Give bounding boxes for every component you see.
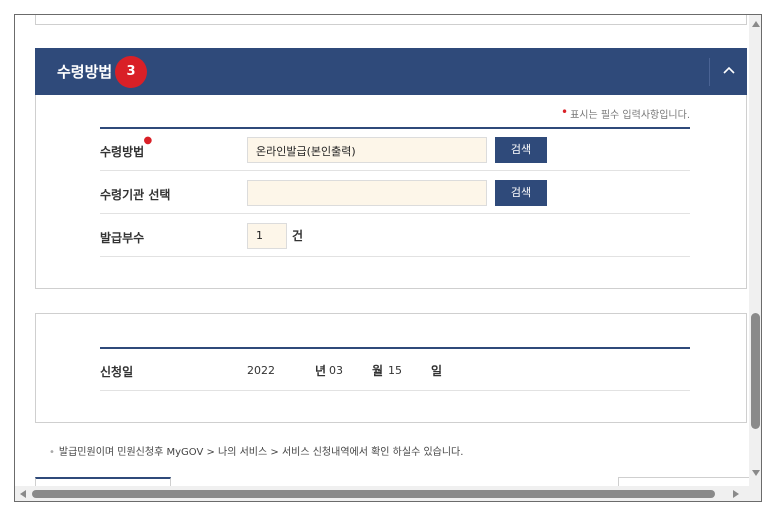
date-day-unit: 일 (431, 364, 443, 378)
header-divider (709, 58, 710, 86)
application-date-label: 신청일 (100, 365, 134, 379)
copies-input[interactable]: 1 (247, 223, 287, 249)
scroll-up-arrow-icon[interactable] (752, 21, 760, 27)
date-year: 2022 (247, 364, 275, 377)
collapse-button[interactable] (711, 48, 747, 95)
vertical-scrollbar[interactable] (749, 15, 761, 486)
previous-section-panel (35, 15, 747, 25)
row-application-date: 신청일 2022 년 03 월 15 일 (100, 349, 690, 391)
chevron-up-icon (723, 66, 735, 74)
browser-viewport: 수령방법 3 • 표시는 필수 입력사항입니다. 수령방법 ● 온라인발급(본인출력… (14, 14, 762, 502)
copies-unit: 건 (292, 229, 304, 243)
date-month-unit: 월 (372, 364, 384, 378)
scrollbar-corner (749, 486, 761, 501)
notice-text: • 발급민원이며 민원신청후 MyGOV > 나의 서비스 > 서비스 신청내역에… (49, 447, 464, 458)
receipt-agency-field[interactable] (247, 180, 487, 206)
step-badge: 3 (115, 56, 147, 88)
horizontal-scrollbar[interactable] (15, 486, 749, 501)
section-header: 수령방법 3 (35, 48, 747, 95)
receipt-agency-label: 수령기관 선택 (100, 188, 171, 202)
required-marker-icon: • (560, 105, 569, 119)
application-date-panel: 신청일 2022 년 03 월 15 일 (35, 313, 747, 423)
scroll-right-arrow-icon[interactable] (733, 490, 739, 498)
bullet-icon: • (49, 447, 55, 458)
receipt-form-panel: • 표시는 필수 입력사항입니다. 수령방법 ● 온라인발급(본인출력) 검색 수령… (35, 95, 747, 289)
row-receipt-agency: 수령기관 선택 검색 (100, 172, 690, 214)
receipt-method-search-button[interactable]: 검색 (495, 137, 547, 163)
scroll-left-arrow-icon[interactable] (20, 490, 26, 498)
horizontal-scroll-thumb[interactable] (32, 490, 715, 498)
date-day: 15 (388, 364, 402, 377)
vertical-scroll-thumb[interactable] (751, 313, 760, 429)
row-receipt-method: 수령방법 ● 온라인발급(본인출력) 검색 (100, 129, 690, 171)
required-note-text: 표시는 필수 입력사항입니다. (570, 110, 690, 121)
row-copies: 발급부수 1 건 (100, 215, 690, 257)
receipt-method-field[interactable]: 온라인발급(본인출력) (247, 137, 487, 163)
scroll-down-arrow-icon[interactable] (752, 470, 760, 476)
required-marker-icon: ● (143, 135, 153, 146)
receipt-method-label: 수령방법 ● (100, 135, 153, 159)
receipt-agency-search-button[interactable]: 검색 (495, 180, 547, 206)
required-note: • 표시는 필수 입력사항입니다. (561, 105, 690, 121)
date-year-unit: 년 (315, 364, 327, 378)
copies-label: 발급부수 (100, 231, 145, 245)
date-month: 03 (329, 364, 343, 377)
section-title: 수령방법 (57, 63, 113, 81)
